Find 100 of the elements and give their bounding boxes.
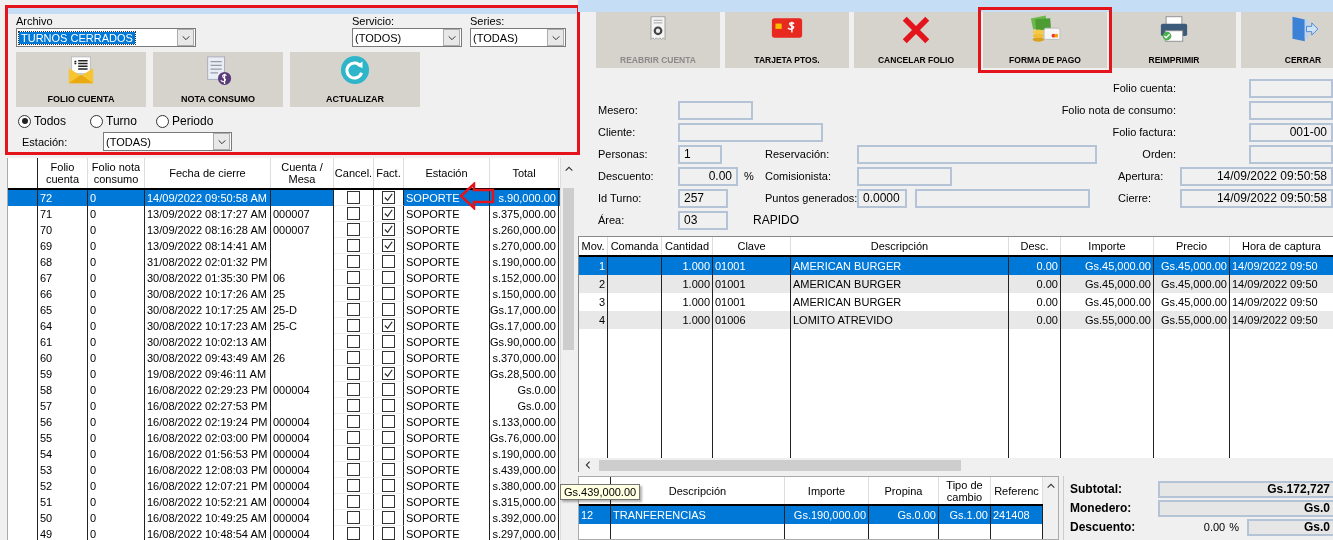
table-row[interactable]: 53 0 16/08/2022 12:08:03 PM 000004 SOPORTE s.439,000.00 [8,462,560,478]
table-row[interactable]: 58 0 16/08/2022 02:29:23 PM 000004 SOPORTE Gs.0.00 [8,382,560,398]
series-dropdown[interactable]: (TODAS) [470,28,566,47]
input-field[interactable] [1249,100,1333,120]
checkbox[interactable] [382,319,395,332]
checkbox[interactable] [347,239,360,252]
checkbox[interactable] [382,447,395,460]
input-field[interactable]: 001-00 [1249,122,1333,142]
checkbox[interactable] [382,223,395,236]
checkbox[interactable] [347,319,360,332]
radio-button[interactable]: Todos [18,114,90,128]
horizontal-scrollbar[interactable] [579,458,1333,472]
toolbar-button[interactable]: REIMPRIMIR [1112,12,1236,68]
estacion-dropdown[interactable]: (TODAS) [103,132,232,151]
checkbox[interactable] [347,303,360,316]
table-row[interactable]: 50 0 16/08/2022 10:49:25 AM 000004 SOPORTE s.392,000.00 [8,510,560,526]
table-row[interactable]: 4 1.000 01006 LOMITO ATREVIDO 0.00 Gs.55,000.00 Gs.55,000.00 14/09/2022 09:50 [579,311,1333,329]
checkbox[interactable] [347,223,360,236]
action-button[interactable]: FOLIO CUENTA [16,52,146,107]
input-field[interactable] [678,100,753,120]
input-field[interactable] [915,188,1090,208]
table-row[interactable]: 65 0 30/08/2022 10:17:25 AM 25-D SOPORTE Gs.17,000.00 [8,302,560,318]
vertical-scrollbar[interactable] [1043,477,1058,539]
checkbox[interactable] [347,191,360,204]
table-row[interactable]: 55 0 16/08/2022 02:03:00 PM 000004 SOPORTE Gs.76,000.00 [8,430,560,446]
radio-button[interactable]: Periodo [156,114,228,128]
action-button[interactable]: ACTUALIZAR [290,52,420,107]
table-row[interactable]: 51 0 16/08/2022 10:52:21 AM 000004 SOPORTE s.315,000.00 [8,494,560,510]
input-field[interactable] [1249,78,1333,98]
scrollbar-thumb[interactable] [599,459,961,471]
radio-button[interactable]: Turno [90,114,156,128]
checkbox[interactable] [382,287,395,300]
checkbox[interactable] [347,207,360,220]
checkbox[interactable] [347,383,360,396]
checkbox[interactable] [347,351,360,364]
checkbox[interactable] [347,255,360,268]
checkbox[interactable] [347,527,360,540]
table-row[interactable]: 69 0 13/09/2022 08:14:41 AM SOPORTE s.270,000.00 [8,238,560,254]
checkbox[interactable] [347,463,360,476]
checkbox[interactable] [382,255,395,268]
input-field[interactable]: 0.0000 [857,188,907,208]
table-row[interactable]: 66 0 30/08/2022 10:17:26 AM 25 SOPORTE s.150,000.00 [8,286,560,302]
input-field[interactable] [1249,144,1333,164]
checkbox[interactable] [382,463,395,476]
table-row[interactable]: 56 0 16/08/2022 02:19:24 PM 000004 SOPORTE s.133,000.00 [8,414,560,430]
checkbox[interactable] [382,367,395,380]
table-row[interactable]: 70 0 13/09/2022 08:16:28 AM 000007 SOPORTE s.260,000.00 [8,222,560,238]
checkbox[interactable] [347,495,360,508]
servicio-dropdown[interactable]: (TODOS) [352,28,462,47]
checkbox[interactable] [382,495,395,508]
checkbox[interactable] [382,271,395,284]
input-field[interactable]: 14/09/2022 09:50:58 [1180,166,1333,186]
input-field[interactable] [678,122,823,142]
checkbox[interactable] [382,239,395,252]
checkbox[interactable] [382,479,395,492]
checkbox[interactable] [347,335,360,348]
table-row[interactable]: 54 0 16/08/2022 01:56:53 PM 000004 SOPORTE s.190,000.00 [8,446,560,462]
checkbox[interactable] [382,335,395,348]
toolbar-button[interactable]: CANCELAR FOLIO [854,12,978,68]
table-row[interactable]: 61 0 30/08/2022 10:02:13 AM SOPORTE Gs.90,000.00 [8,334,560,350]
input-field[interactable] [857,144,1097,164]
checkbox[interactable] [347,447,360,460]
scrollbar-thumb[interactable] [563,188,574,350]
table-row[interactable]: 2 1.000 01001 AMERICAN BURGER 0.00 Gs.45,000.00 Gs.45,000.00 14/09/2022 09:50 [579,275,1333,293]
input-field[interactable]: 03 [678,210,728,230]
input-field[interactable]: 257 [678,188,728,208]
input-field[interactable]: 14/09/2022 09:50:58 [1180,188,1333,208]
checkbox[interactable] [347,271,360,284]
archivo-dropdown[interactable]: TURNOS CERRADOS [16,28,196,47]
checkbox[interactable] [347,415,360,428]
table-row[interactable]: 60 0 30/08/2022 09:43:49 AM 26 SOPORTE s.370,000.00 [8,350,560,366]
table-row[interactable]: 12 TRANFERENCIAS Gs.190,000.00 Gs.0.00 Gs.1.00 241408 [579,506,1043,524]
action-button[interactable]: NOTA CONSUMO [153,52,283,107]
checkbox[interactable] [382,207,395,220]
table-row[interactable]: 68 0 31/08/2022 02:01:32 PM SOPORTE s.190,000.00 [8,254,560,270]
checkbox[interactable] [382,399,395,412]
checkbox[interactable] [347,287,360,300]
toolbar-button[interactable]: CERRAR [1241,12,1333,68]
input-field[interactable]: 0.00 [678,166,738,186]
checkbox[interactable] [382,383,395,396]
table-row[interactable]: 67 0 30/08/2022 01:35:30 PM 06 SOPORTE s.152,000.00 [8,270,560,286]
input-field[interactable]: 1 [678,144,722,164]
table-row[interactable]: 64 0 30/08/2022 10:17:23 AM 25-C SOPORTE Gs.17,000.00 [8,318,560,334]
checkbox[interactable] [382,351,395,364]
input-field[interactable] [857,166,952,186]
table-row[interactable]: 59 0 19/08/2022 09:46:11 AM SOPORTE Gs.28,500.00 [8,366,560,382]
checkbox[interactable] [382,415,395,428]
checkbox[interactable] [347,431,360,444]
table-row[interactable]: 71 0 13/09/2022 08:17:27 AM 000007 SOPORTE s.375,000.00 [8,206,560,222]
checkbox[interactable] [347,479,360,492]
checkbox[interactable] [347,399,360,412]
table-row[interactable]: 49 0 16/08/2022 10:48:54 AM 000004 SOPORTE s.297,000.00 [8,526,560,540]
checkbox[interactable] [382,191,395,204]
table-row[interactable]: 52 0 16/08/2022 12:07:21 PM 000004 SOPORTE s.380,000.00 [8,478,560,494]
checkbox[interactable] [347,367,360,380]
checkbox[interactable] [382,511,395,524]
checkbox[interactable] [382,431,395,444]
table-row[interactable]: 1 1.000 01001 AMERICAN BURGER 0.00 Gs.45,000.00 Gs.45,000.00 14/09/2022 09:50 [579,257,1333,275]
toolbar-button[interactable]: TARJETA PTOS. [725,12,849,68]
table-row[interactable]: 72 0 14/09/2022 09:50:58 AM SOPORTE s.90,000.00 [8,190,560,206]
